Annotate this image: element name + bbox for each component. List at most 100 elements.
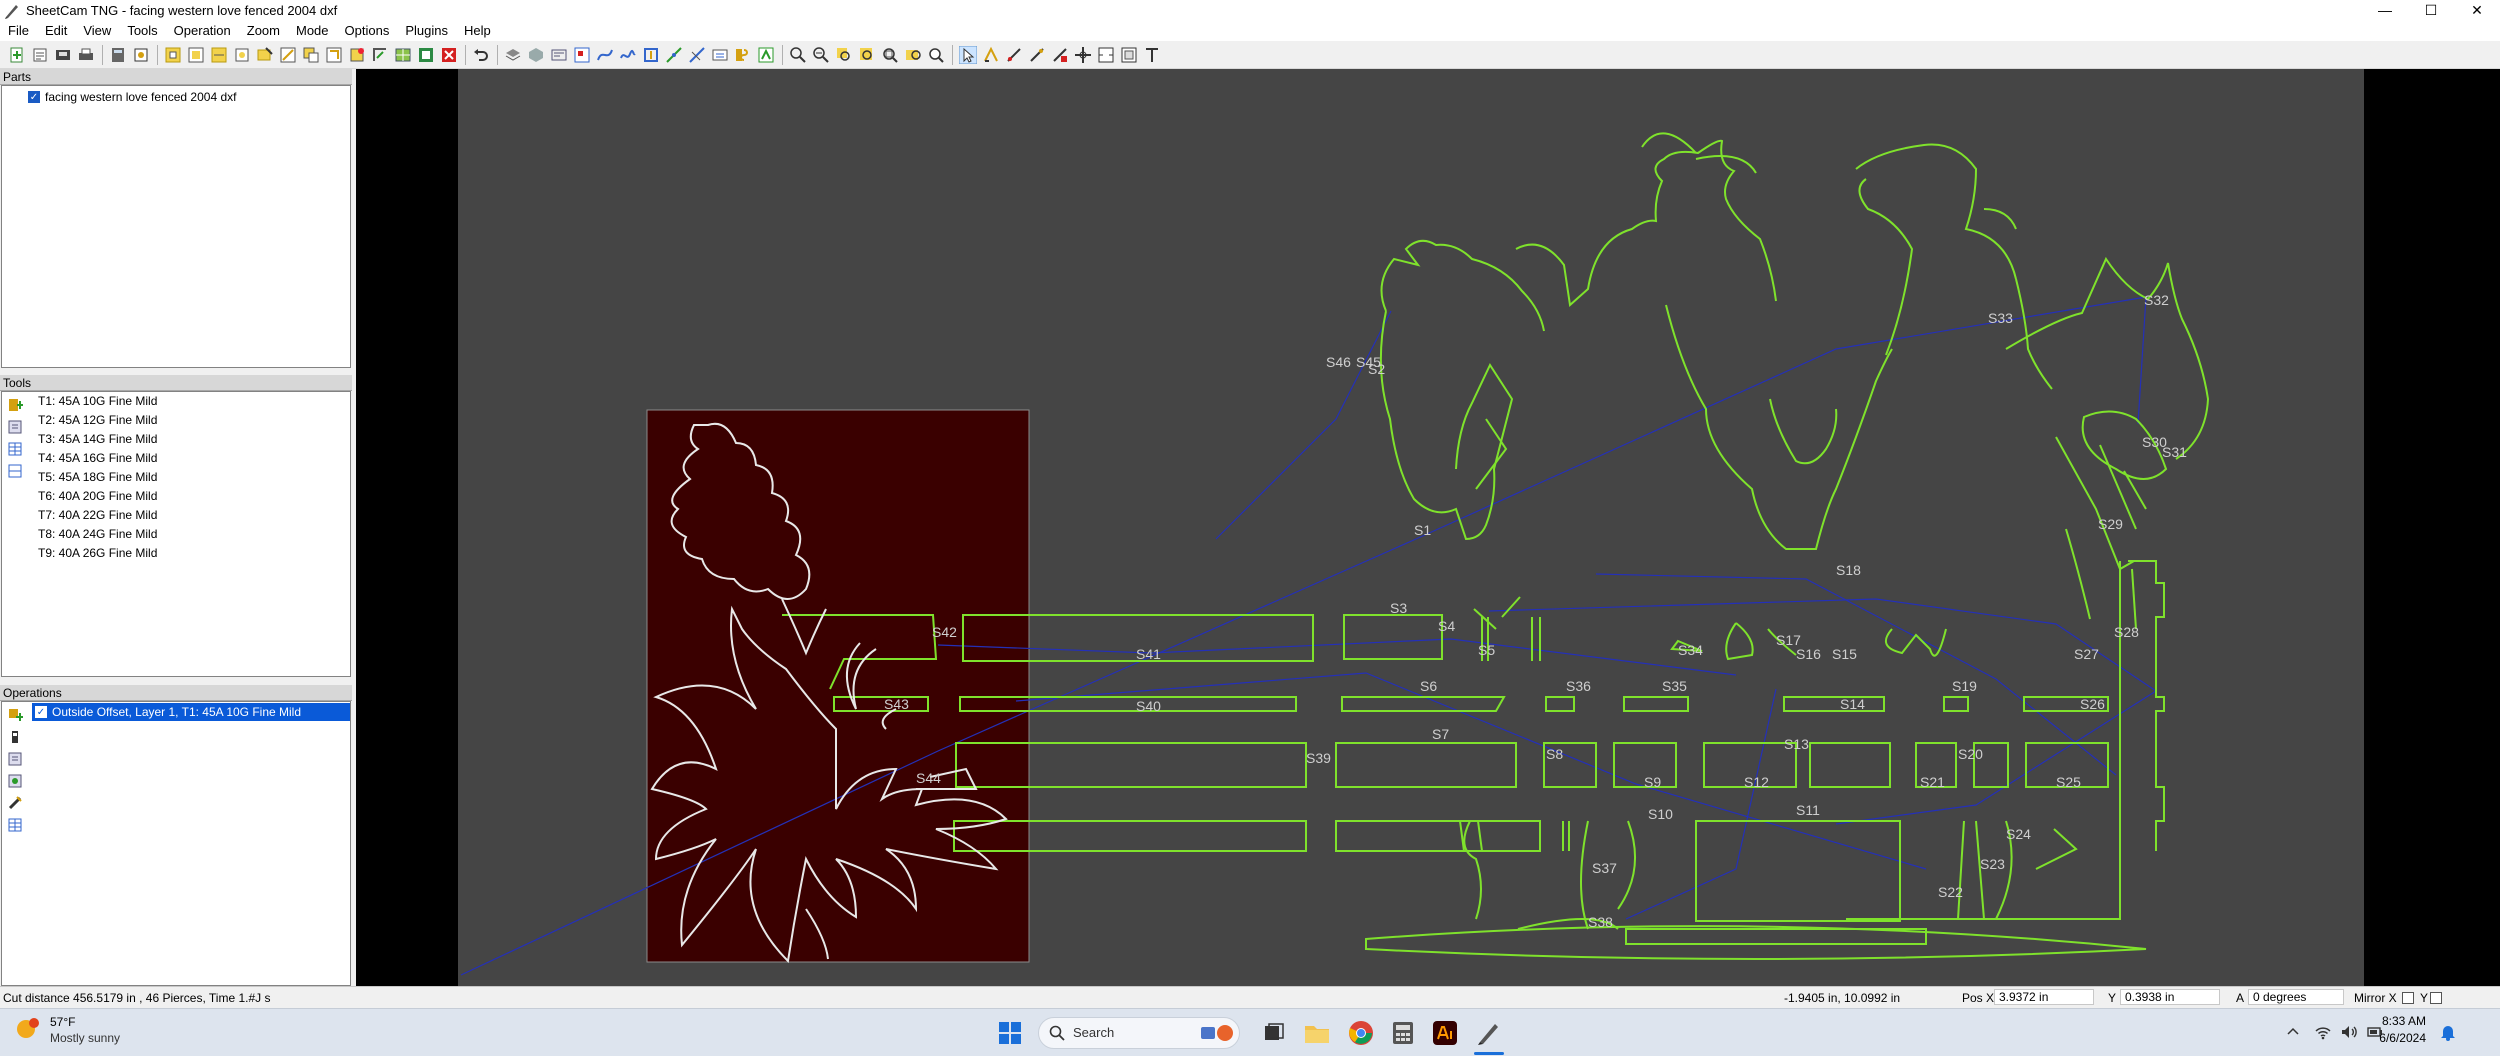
chevron-up-icon[interactable] xyxy=(2286,1025,2300,1039)
operation-inside-icon[interactable] xyxy=(187,46,205,64)
open-job-icon[interactable] xyxy=(31,46,49,64)
pos-y-field[interactable]: 0.3938 in xyxy=(2120,989,2220,1005)
menu-help[interactable]: Help xyxy=(456,21,499,41)
volume-icon[interactable] xyxy=(2340,1023,2358,1041)
operation-drill-icon[interactable] xyxy=(233,46,251,64)
operation-tool-icon[interactable] xyxy=(7,795,23,811)
windows-start-icon[interactable] xyxy=(998,1021,1022,1045)
taskbar-search[interactable]: Search xyxy=(1038,1017,1240,1049)
menu-tools[interactable]: Tools xyxy=(119,21,165,41)
wifi-icon[interactable] xyxy=(2314,1023,2332,1041)
operation-pocket-icon[interactable] xyxy=(210,46,228,64)
calculator-icon[interactable] xyxy=(109,46,127,64)
operation-checkbox[interactable]: ✓ xyxy=(35,706,47,718)
new-tool-icon[interactable] xyxy=(7,397,23,413)
menu-operation[interactable]: Operation xyxy=(166,21,239,41)
path-icon[interactable] xyxy=(596,46,614,64)
operation-start-icon[interactable] xyxy=(348,46,366,64)
menu-plugins[interactable]: Plugins xyxy=(397,21,456,41)
order-icon[interactable] xyxy=(1051,46,1069,64)
angle-field[interactable]: 0 degrees xyxy=(2248,989,2344,1005)
macro-icon[interactable] xyxy=(757,46,775,64)
spline-icon[interactable] xyxy=(619,46,637,64)
zoom-in-icon[interactable] xyxy=(789,46,807,64)
tool-item-t8[interactable]: T8: 40A 24G Fine Mild xyxy=(38,525,157,543)
illustrator-icon[interactable] xyxy=(1432,1020,1458,1046)
tool-library-icon[interactable] xyxy=(7,463,23,479)
file-explorer-icon[interactable] xyxy=(1304,1021,1330,1045)
tool-item-t2[interactable]: T2: 45A 12G Fine Mild xyxy=(38,411,157,429)
sheet-icon[interactable] xyxy=(550,46,568,64)
mirror-x-checkbox[interactable] xyxy=(2402,992,2414,1004)
new-job-icon[interactable] xyxy=(8,46,26,64)
zoom-out-icon[interactable] xyxy=(812,46,830,64)
operation-item-selected[interactable]: ✓ Outside Offset, Layer 1, T1: 45A 10G F… xyxy=(32,703,350,721)
post-process-icon[interactable] xyxy=(132,46,150,64)
tool-item-t5[interactable]: T5: 45A 18G Fine Mild xyxy=(38,468,157,486)
tool-item-t3[interactable]: T3: 45A 14G Fine Mild xyxy=(38,430,157,448)
edit-tab-icon[interactable] xyxy=(1028,46,1046,64)
drawing-view[interactable]: S1 S2 S3 S4 S5 S6 S7 S8 S9 S10 S11 S12 S… xyxy=(356,69,2500,986)
zoom-window-icon[interactable] xyxy=(835,46,853,64)
close-button[interactable]: ✕ xyxy=(2454,0,2500,21)
nest-icon[interactable] xyxy=(573,46,591,64)
pos-x-field[interactable]: 3.9372 in xyxy=(1994,989,2094,1005)
sheetcam-taskbar-icon[interactable] xyxy=(1476,1020,1502,1046)
menu-view[interactable]: View xyxy=(75,21,119,41)
edit-lead-icon[interactable] xyxy=(1005,46,1023,64)
mirror-y-checkbox[interactable] xyxy=(2430,992,2442,1004)
new-operation-icon[interactable] xyxy=(7,707,24,723)
operation-plasma-icon[interactable] xyxy=(279,46,297,64)
move-up-icon[interactable] xyxy=(7,729,23,745)
script-icon[interactable] xyxy=(734,46,752,64)
text-tool-icon[interactable] xyxy=(1143,46,1161,64)
line-tool-icon[interactable] xyxy=(665,46,683,64)
zoom-extents-icon[interactable] xyxy=(881,46,899,64)
move-start-icon[interactable] xyxy=(982,46,1000,64)
operation-table-icon[interactable] xyxy=(7,817,23,833)
chrome-icon[interactable] xyxy=(1348,1020,1374,1046)
calculator-app-icon[interactable] xyxy=(1392,1021,1414,1045)
save-icon[interactable] xyxy=(54,46,72,64)
tool-item-t9[interactable]: T9: 40A 26G Fine Mild xyxy=(38,544,157,562)
operation-sort-icon[interactable] xyxy=(371,46,389,64)
edit-tool-icon[interactable] xyxy=(7,419,23,435)
operation-lead-icon[interactable] xyxy=(325,46,343,64)
arc-tool-icon[interactable] xyxy=(688,46,706,64)
tool-item-t4[interactable]: T4: 45A 16G Fine Mild xyxy=(38,449,157,467)
zoom-part-icon[interactable] xyxy=(927,46,945,64)
menu-zoom[interactable]: Zoom xyxy=(239,21,288,41)
menu-edit[interactable]: Edit xyxy=(37,21,75,41)
move-part-icon[interactable] xyxy=(1074,46,1092,64)
operation-color-icon[interactable] xyxy=(417,46,435,64)
zoom-sheet-icon[interactable] xyxy=(904,46,922,64)
menu-file[interactable]: File xyxy=(0,21,37,41)
delete-operation-icon[interactable] xyxy=(440,46,458,64)
measure-icon[interactable] xyxy=(1097,46,1115,64)
minimize-button[interactable]: — xyxy=(2362,0,2408,21)
operation-grid-icon[interactable] xyxy=(394,46,412,64)
part-item[interactable]: ✓ facing western love fenced 2004 dxf xyxy=(28,90,236,104)
edit-operation-icon[interactable] xyxy=(7,751,23,767)
operation-tab-icon[interactable] xyxy=(302,46,320,64)
window-icon[interactable] xyxy=(1120,46,1138,64)
offset-icon[interactable] xyxy=(642,46,660,64)
zoom-fit-icon[interactable] xyxy=(858,46,876,64)
material-icon[interactable] xyxy=(527,46,545,64)
layers-icon[interactable] xyxy=(504,46,522,64)
print-icon[interactable] xyxy=(77,46,95,64)
tool-item-t7[interactable]: T7: 40A 22G Fine Mild xyxy=(38,506,157,524)
operation-settings-icon[interactable] xyxy=(7,773,23,789)
tool-item-t1[interactable]: T1: 45A 10G Fine Mild xyxy=(38,392,157,410)
tool-table-icon[interactable] xyxy=(7,441,23,457)
dimension-icon[interactable] xyxy=(711,46,729,64)
undo-icon[interactable] xyxy=(472,46,490,64)
part-checkbox[interactable]: ✓ xyxy=(28,91,40,103)
task-view-icon[interactable] xyxy=(1262,1021,1286,1045)
drawing-canvas[interactable]: S1 S2 S3 S4 S5 S6 S7 S8 S9 S10 S11 S12 S… xyxy=(356,69,2500,986)
operation-engrave-icon[interactable] xyxy=(256,46,274,64)
weather-sun-icon[interactable] xyxy=(14,1015,42,1043)
operation-outside-icon[interactable] xyxy=(164,46,182,64)
maximize-button[interactable]: ☐ xyxy=(2408,0,2454,21)
select-mode-icon[interactable] xyxy=(959,45,977,64)
